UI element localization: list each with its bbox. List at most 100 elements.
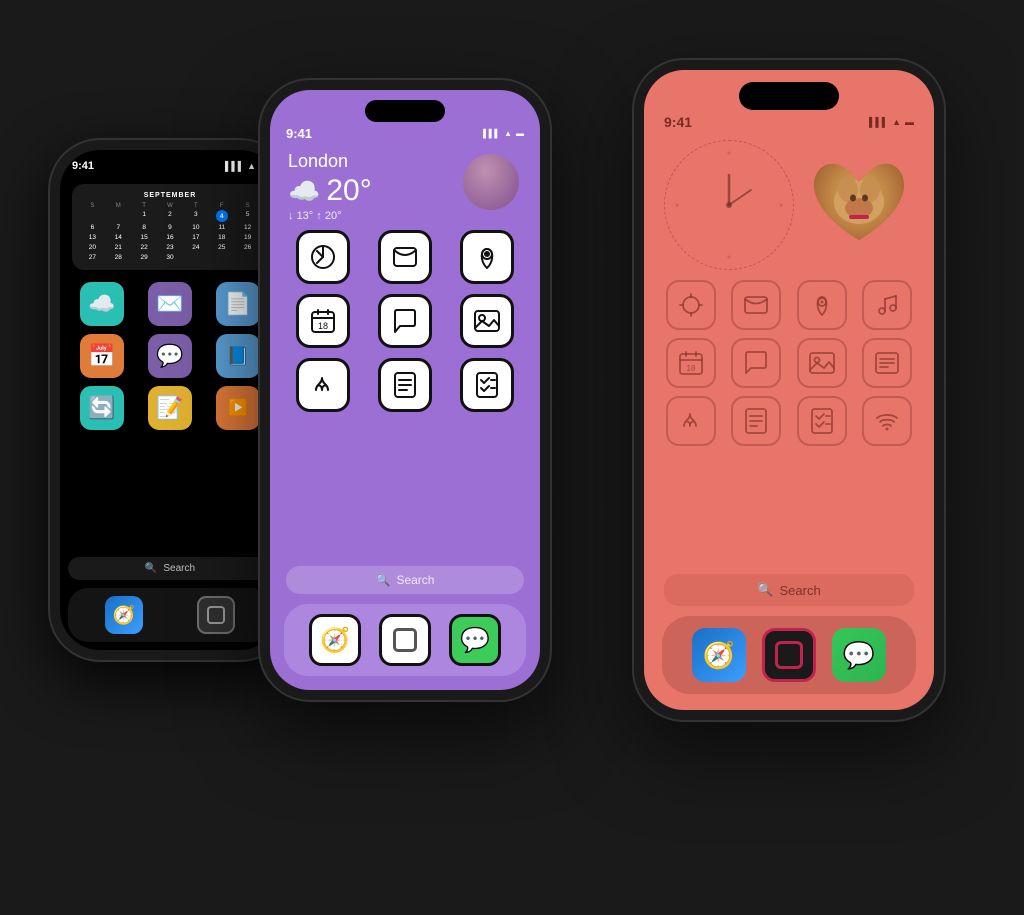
- cal-header-s2: S: [235, 203, 260, 209]
- app-row-1-mid: [282, 230, 528, 284]
- app-shazam-right[interactable]: [666, 396, 716, 446]
- cal-day: [106, 210, 131, 222]
- cal-day: 23: [158, 243, 183, 252]
- battery-right: ▬: [905, 117, 914, 127]
- clock-widget-right: [664, 140, 794, 270]
- weather-temp-row: ☁️ 20°: [288, 174, 372, 208]
- cal-day: 24: [183, 243, 208, 252]
- signal-mid: ▌▌▌: [483, 129, 500, 138]
- spacer-left: [60, 442, 280, 557]
- cal-grid: S M T W T F S 1 2 3 4 5 6: [80, 203, 260, 262]
- dock-square-right[interactable]: [762, 628, 816, 682]
- app-sync-dark[interactable]: 🔄: [80, 386, 124, 430]
- phone-left: 9:41 ▌▌▌ ▲ ▬ SEPTEMBER S M T W T: [50, 140, 290, 660]
- app-mail-dark[interactable]: ✉️: [148, 282, 192, 326]
- app-rows-mid: 18: [270, 226, 540, 412]
- weather-low: 13°: [297, 210, 314, 222]
- dock-square-left[interactable]: [197, 596, 235, 634]
- dock-right: 🧭 💬: [662, 616, 916, 694]
- heart-svg: [804, 150, 914, 260]
- app-music-right[interactable]: [862, 280, 912, 330]
- spacer-right: [644, 446, 934, 574]
- app-maps-right[interactable]: [797, 280, 847, 330]
- app-mail-mid[interactable]: [378, 230, 432, 284]
- dock-safari-right[interactable]: 🧭: [692, 628, 746, 682]
- app-notes-right[interactable]: [731, 396, 781, 446]
- dock-left: 🧭: [68, 588, 272, 642]
- cal-day: 26: [235, 243, 260, 252]
- dock-square-inner-mid: [393, 628, 417, 652]
- cal-day: 13: [80, 233, 105, 242]
- cal-header-w: W: [158, 203, 183, 209]
- dock-square-inner-right: [775, 641, 803, 669]
- app-row-2-mid: 18: [282, 294, 528, 348]
- cal-day: 15: [132, 233, 157, 242]
- dark-phone-body: SEPTEMBER S M T W T F S 1 2 3 4: [60, 176, 280, 442]
- cal-day: 14: [106, 233, 131, 242]
- search-bar-mid[interactable]: 🔍 Search: [286, 566, 524, 594]
- app-wifi-right[interactable]: [862, 396, 912, 446]
- spacer-mid: [270, 412, 540, 566]
- cal-day: 9: [158, 223, 183, 232]
- app-files-right[interactable]: [862, 338, 912, 388]
- cal-month: SEPTEMBER: [80, 192, 260, 199]
- app-photos-mid[interactable]: [460, 294, 514, 348]
- wifi-mid: ▲: [504, 129, 512, 138]
- cal-day: 12: [235, 223, 260, 232]
- cal-today: 4: [216, 210, 228, 222]
- dock-safari-mid[interactable]: 🧭: [309, 614, 361, 666]
- app-notes-dark[interactable]: 📄: [216, 282, 260, 326]
- app-messages-dark[interactable]: 💬: [148, 334, 192, 378]
- app-weather-right[interactable]: [666, 280, 716, 330]
- cal-day: 1: [132, 210, 157, 222]
- calendar-widget: SEPTEMBER S M T W T F S 1 2 3 4: [72, 184, 268, 270]
- cal-header-t2: T: [183, 203, 208, 209]
- dock-safari-left[interactable]: 🧭: [105, 596, 143, 634]
- app-calendar-dark[interactable]: 📅: [80, 334, 124, 378]
- app-book-dark[interactable]: 📘: [216, 334, 260, 378]
- app-chat-mid[interactable]: [378, 294, 432, 348]
- app-calendar-right[interactable]: 18: [666, 338, 716, 388]
- weather-section: London ☁️ 20° ↓ 13° ↑ 20°: [270, 141, 540, 226]
- app-maps-mid[interactable]: [460, 230, 514, 284]
- app-mouse-mid[interactable]: [296, 230, 350, 284]
- dock-square-mid[interactable]: [379, 614, 431, 666]
- search-bar-left[interactable]: 🔍 Search: [68, 557, 272, 580]
- weather-condition-icon: ☁️: [288, 176, 320, 207]
- cal-day: 20: [80, 243, 105, 252]
- dock-messages-right[interactable]: 💬: [832, 628, 886, 682]
- app-row-3-mid: [282, 358, 528, 412]
- app-sticky-dark[interactable]: 📝: [148, 386, 192, 430]
- app-todo-right[interactable]: [797, 396, 847, 446]
- cal-day: 17: [183, 233, 208, 242]
- app-calendar-mid[interactable]: 18: [296, 294, 350, 348]
- app-photos-right[interactable]: [797, 338, 847, 388]
- dock-mid: 🧭 💬: [284, 604, 526, 676]
- photo-widget-mid: [460, 151, 522, 213]
- cal-day: 5: [235, 210, 260, 222]
- dock-messages-mid[interactable]: 💬: [449, 614, 501, 666]
- cal-header-f: F: [209, 203, 234, 209]
- cal-day: 25: [209, 243, 234, 252]
- app-row-3-right: [658, 396, 920, 446]
- app-todo-mid[interactable]: [460, 358, 514, 412]
- app-shazam-mid[interactable]: [296, 358, 350, 412]
- svg-text:18: 18: [686, 364, 695, 373]
- search-bar-right[interactable]: 🔍 Search: [664, 574, 914, 606]
- cal-day: 8: [132, 223, 157, 232]
- app-mail-right[interactable]: [731, 280, 781, 330]
- cal-day: 6: [80, 223, 105, 232]
- app-extra-dark[interactable]: ▶️: [216, 386, 260, 430]
- heart-photo-right: [804, 150, 914, 260]
- app-chat-right[interactable]: [731, 338, 781, 388]
- time-left: 9:41: [72, 160, 94, 172]
- cal-day: 10: [183, 223, 208, 232]
- cal-day: 22: [132, 243, 157, 252]
- cal-day: 11: [209, 223, 234, 232]
- app-notes-mid[interactable]: [378, 358, 432, 412]
- phone-content-left: SEPTEMBER S M T W T F S 1 2 3 4: [60, 176, 280, 650]
- cal-header-s: S: [80, 203, 105, 209]
- app-weather-dark[interactable]: ☁️: [80, 282, 124, 326]
- status-icons-right: ▌▌▌ ▲ ▬: [869, 117, 914, 127]
- phone-mid: 9:41 ▌▌▌ ▲ ▬ London ☁️ 20° ↓ 13° ↑ 20°: [260, 80, 550, 700]
